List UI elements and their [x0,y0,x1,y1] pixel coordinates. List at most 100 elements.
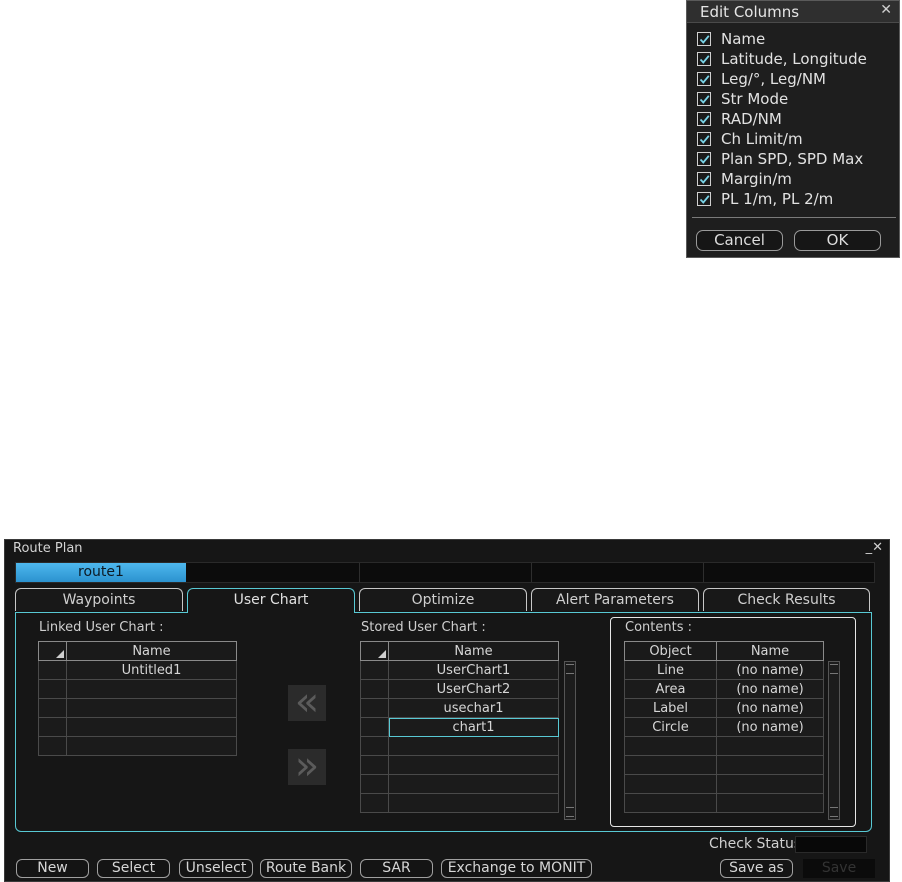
table-corner-icon[interactable] [360,641,389,661]
checkbox[interactable] [697,172,711,186]
object-cell[interactable] [624,755,717,775]
column-header-name[interactable]: Name [66,641,237,661]
chart-name-cell[interactable] [388,755,559,775]
stored-scrollbar[interactable] [564,661,576,820]
window-controls[interactable]: _✕ [866,540,883,555]
table-row[interactable] [360,774,559,794]
object-cell[interactable] [624,793,717,813]
checkbox[interactable] [697,112,711,126]
row-handle[interactable] [360,679,389,699]
object-name-cell[interactable] [716,736,824,756]
tab-optimize[interactable]: Optimize [359,588,527,611]
object-name-cell[interactable] [716,755,824,775]
row-handle[interactable] [38,679,67,699]
table-row[interactable] [38,679,237,699]
table-row[interactable] [624,755,824,775]
checkbox[interactable] [697,32,711,46]
row-handle[interactable] [38,660,67,680]
chart-name-cell[interactable] [66,679,237,699]
object-cell[interactable] [624,774,717,794]
unlink-chart-button[interactable]: » [288,746,326,786]
object-cell[interactable]: Line [624,660,717,680]
chart-name-cell[interactable]: chart1 [388,717,559,737]
scroll-down-icon[interactable] [830,807,838,817]
object-cell[interactable]: Circle [624,717,717,737]
save-as-button[interactable]: Save as [720,859,793,878]
object-name-cell[interactable] [716,774,824,794]
table-corner-icon[interactable] [38,641,67,661]
chart-name-cell[interactable]: UserChart1 [388,660,559,680]
link-chart-button[interactable]: « [288,682,326,722]
chart-name-cell[interactable] [66,736,237,756]
object-name-cell[interactable]: (no name) [716,698,824,718]
scroll-up-icon[interactable] [566,664,574,674]
chart-name-cell[interactable] [66,698,237,718]
unselect-button[interactable]: Unselect [179,859,253,878]
exchange-to-monit-button[interactable]: Exchange to MONIT [441,859,592,878]
tab-alert-parameters[interactable]: Alert Parameters [531,588,699,611]
table-row[interactable] [624,774,824,794]
close-icon[interactable]: ✕ [880,2,892,18]
row-handle[interactable] [360,793,389,813]
table-row[interactable]: Untitled1 [38,660,237,680]
object-name-cell[interactable] [716,793,824,813]
object-name-cell[interactable]: (no name) [716,717,824,737]
chart-name-cell[interactable]: usechar1 [388,698,559,718]
object-name-cell[interactable]: (no name) [716,660,824,680]
route-name-tab[interactable]: route1 [16,563,186,582]
table-row[interactable] [360,793,559,813]
table-row[interactable] [624,736,824,756]
scroll-up-icon[interactable] [830,664,838,674]
cancel-button[interactable]: Cancel [696,230,783,251]
chart-name-cell[interactable] [388,774,559,794]
object-name-cell[interactable]: (no name) [716,679,824,699]
tab-user-chart[interactable]: User Chart [187,588,355,613]
row-handle[interactable] [360,717,389,737]
row-handle[interactable] [38,717,67,737]
column-header-object[interactable]: Object [624,641,717,661]
column-header-name[interactable]: Name [388,641,559,661]
chart-name-cell[interactable]: UserChart2 [388,679,559,699]
object-cell[interactable] [624,736,717,756]
object-cell[interactable]: Area [624,679,717,699]
object-cell[interactable]: Label [624,698,717,718]
ok-button[interactable]: OK [794,230,881,251]
checkbox[interactable] [697,92,711,106]
chart-name-cell[interactable]: Untitled1 [66,660,237,680]
table-row[interactable]: Circle (no name) [624,717,824,737]
table-row[interactable] [624,793,824,813]
checkbox[interactable] [697,52,711,66]
table-row[interactable]: UserChart2 [360,679,559,699]
checkbox[interactable] [697,152,711,166]
row-handle[interactable] [360,698,389,718]
table-row[interactable] [38,698,237,718]
chart-name-cell[interactable] [388,736,559,756]
checkbox[interactable] [697,132,711,146]
sar-button[interactable]: SAR [360,859,433,878]
row-handle[interactable] [38,698,67,718]
row-handle[interactable] [360,755,389,775]
contents-scrollbar[interactable] [828,661,840,820]
row-handle[interactable] [38,736,67,756]
new-button[interactable]: New [16,859,89,878]
chart-name-cell[interactable] [66,717,237,737]
scroll-down-icon[interactable] [566,807,574,817]
route-bank-button[interactable]: Route Bank [260,859,352,878]
row-handle[interactable] [360,736,389,756]
column-header-name[interactable]: Name [716,641,824,661]
chart-name-cell[interactable] [388,793,559,813]
tab-waypoints[interactable]: Waypoints [15,588,183,611]
checkbox[interactable] [697,72,711,86]
table-row[interactable]: Line (no name) [624,660,824,680]
table-row[interactable] [360,755,559,775]
select-button[interactable]: Select [97,859,170,878]
table-row[interactable] [38,717,237,737]
row-handle[interactable] [360,660,389,680]
table-row[interactable]: usechar1 [360,698,559,718]
table-row[interactable]: Label (no name) [624,698,824,718]
table-row[interactable] [38,736,237,756]
tab-check-results[interactable]: Check Results [703,588,870,611]
save-button[interactable]: Save [803,859,875,878]
table-row[interactable]: UserChart1 [360,660,559,680]
table-row[interactable]: chart1 [360,717,559,737]
